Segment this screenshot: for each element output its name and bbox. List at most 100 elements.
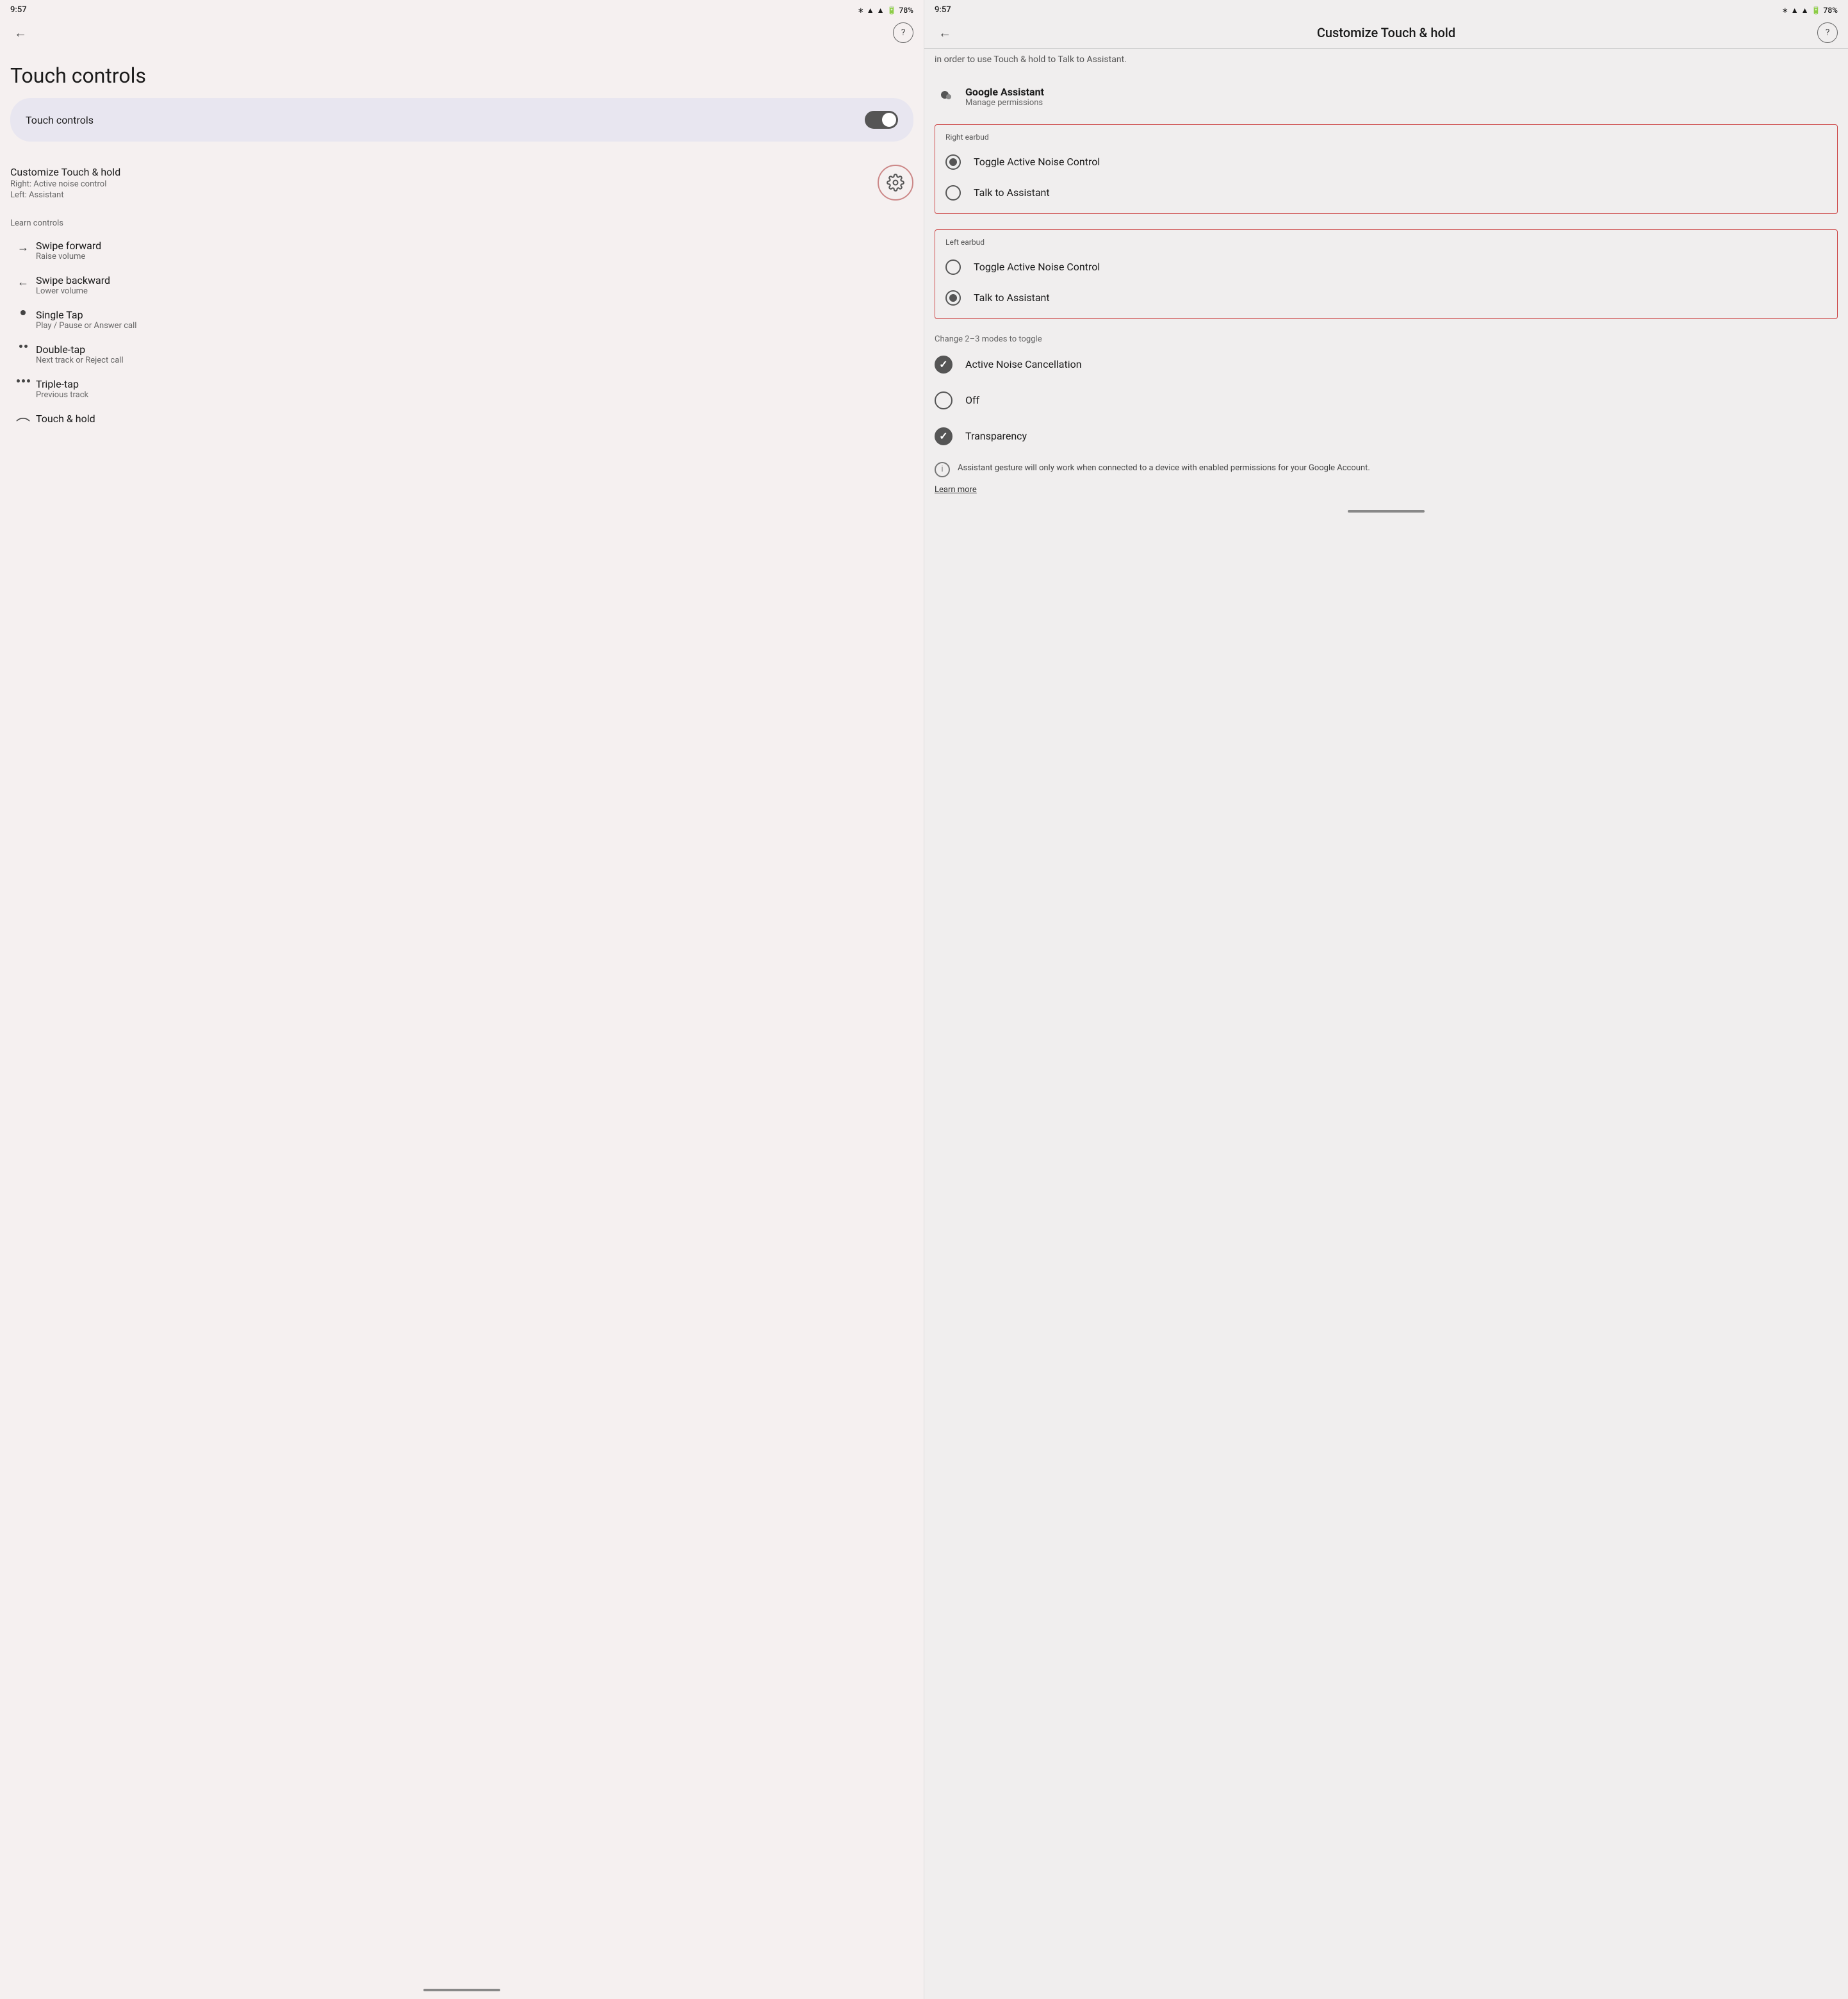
google-assistant-text: Google Assistant Manage permissions (965, 86, 1044, 108)
left-anc-label: Toggle Active Noise Control (974, 261, 1100, 273)
customize-text: Customize Touch & hold Right: Active noi… (10, 166, 120, 200)
help-button-left[interactable]: ? (893, 22, 913, 43)
info-icon: i (935, 462, 950, 477)
gear-button[interactable] (878, 165, 913, 201)
battery-icon-right: 🔋 (1811, 6, 1821, 15)
double-tap-text: Double-tap Next track or Reject call (36, 343, 124, 365)
mode-transparency[interactable]: ✓ Transparency (924, 418, 1848, 454)
double-tap-desc: Next track or Reject call (36, 356, 124, 365)
modes-label: Change 2–3 modes to toggle (924, 327, 1848, 347)
subtitle-text: in order to use Touch & hold to Talk to … (924, 49, 1848, 77)
battery-icon: 🔋 (887, 6, 897, 15)
left-earbud-option-1[interactable]: Toggle Active Noise Control (935, 252, 1837, 283)
customize-touch-hold-row[interactable]: Customize Touch & hold Right: Active noi… (10, 157, 913, 208)
control-triple-tap: Triple-tap Previous track (10, 372, 913, 406)
triple-tap-text: Triple-tap Previous track (36, 378, 88, 400)
left-earbud-section: Left earbud Toggle Active Noise Control … (935, 229, 1838, 319)
radio-left-assistant[interactable] (945, 290, 961, 306)
toggle-label: Touch controls (26, 114, 94, 126)
check-transparency[interactable]: ✓ (935, 427, 953, 445)
left-panel: 9:57 ∗ ▲ ▲ 🔋 78% ← ? Touch controls Touc… (0, 0, 924, 1999)
google-assistant-icon (935, 85, 955, 109)
nav-indicator-right (1348, 510, 1425, 513)
battery-percent-right: 78% (1824, 6, 1838, 15)
touch-hold-text: Touch & hold (36, 413, 95, 425)
right-earbud-label: Right earbud (935, 130, 1837, 147)
status-bar-left: 9:57 ∗ ▲ ▲ 🔋 78% (0, 0, 924, 17)
touch-hold-icon: ⌒ (10, 414, 36, 434)
right-earbud-option-2[interactable]: Talk to Assistant (935, 177, 1837, 208)
mode-anc[interactable]: ✓ Active Noise Cancellation (924, 347, 1848, 383)
check-anc[interactable]: ✓ (935, 356, 953, 374)
transparency-label: Transparency (965, 430, 1027, 442)
double-tap-title: Double-tap (36, 343, 124, 356)
control-touch-hold: ⌒ Touch & hold (10, 406, 913, 441)
signal-icon-right: ▲ (1801, 6, 1809, 15)
bluetooth-icon-right: ∗ (1782, 6, 1788, 15)
left-earbud-option-2[interactable]: Talk to Assistant (935, 283, 1837, 313)
swipe-backward-title: Swipe backward (36, 274, 110, 286)
triple-tap-icon (10, 379, 36, 383)
swipe-backward-icon: ← (10, 276, 36, 289)
swipe-forward-icon: → (10, 241, 36, 254)
check-off[interactable] (935, 391, 953, 409)
triple-tap-title: Triple-tap (36, 378, 88, 390)
customize-sub2: Left: Assistant (10, 190, 120, 200)
nav-indicator-left (423, 1989, 500, 1991)
right-anc-label: Toggle Active Noise Control (974, 156, 1100, 168)
swipe-backward-desc: Lower volume (36, 286, 110, 296)
check-mark-transparency: ✓ (939, 430, 947, 442)
radio-right-anc[interactable] (945, 154, 961, 170)
google-assistant-subtitle: Manage permissions (965, 98, 1044, 108)
mode-off[interactable]: Off (924, 383, 1848, 418)
info-text: Assistant gesture will only work when co… (958, 462, 1370, 475)
time-left: 9:57 (10, 5, 27, 15)
radio-inner-left-assistant (949, 294, 957, 302)
touch-controls-toggle[interactable] (865, 111, 898, 129)
learn-controls-label: Learn controls (10, 208, 913, 233)
control-swipe-backward: ← Swipe backward Lower volume (10, 268, 913, 302)
control-single-tap: Single Tap Play / Pause or Answer call (10, 302, 913, 337)
touch-controls-toggle-row: Touch controls (10, 98, 913, 142)
control-double-tap: Double-tap Next track or Reject call (10, 337, 913, 372)
double-tap-icon (10, 345, 36, 348)
learn-more-link[interactable]: Learn more (924, 485, 1848, 505)
right-panel: 9:57 ∗ ▲ ▲ 🔋 78% ← Customize Touch & hol… (924, 0, 1848, 1999)
radio-inner-right-anc (949, 158, 957, 166)
customize-sub1: Right: Active noise control (10, 179, 120, 189)
right-panel-title: Customize Touch & hold (960, 25, 1812, 40)
page-title: Touch controls (10, 48, 913, 98)
left-earbud-label: Left earbud (935, 235, 1837, 252)
google-assistant-row[interactable]: Google Assistant Manage permissions (924, 77, 1848, 117)
swipe-backward-text: Swipe backward Lower volume (36, 274, 110, 296)
help-button-right[interactable]: ? (1817, 22, 1838, 43)
off-label: Off (965, 394, 979, 406)
top-bar-left: ← ? (0, 17, 924, 48)
right-earbud-section: Right earbud Toggle Active Noise Control… (935, 124, 1838, 214)
radio-right-assistant[interactable] (945, 185, 961, 201)
wifi-icon: ▲ (867, 6, 874, 15)
google-assistant-title: Google Assistant (965, 86, 1044, 98)
back-button-left[interactable]: ← (10, 22, 31, 43)
top-bar-right: ← Customize Touch & hold ? (924, 17, 1848, 48)
anc-label: Active Noise Cancellation (965, 358, 1082, 370)
time-right: 9:57 (935, 5, 951, 15)
info-row: i Assistant gesture will only work when … (924, 454, 1848, 485)
control-swipe-forward: → Swipe forward Raise volume (10, 233, 913, 268)
single-tap-title: Single Tap (36, 309, 136, 321)
status-bar-right: 9:57 ∗ ▲ ▲ 🔋 78% (924, 0, 1848, 17)
single-tap-desc: Play / Pause or Answer call (36, 321, 136, 331)
back-button-right[interactable]: ← (935, 22, 955, 43)
bluetooth-icon: ∗ (858, 6, 864, 15)
right-assistant-label: Talk to Assistant (974, 186, 1050, 199)
single-tap-icon (10, 310, 36, 315)
swipe-forward-title: Swipe forward (36, 240, 101, 252)
battery-percent-left: 78% (899, 6, 913, 15)
swipe-forward-text: Swipe forward Raise volume (36, 240, 101, 261)
right-earbud-option-1[interactable]: Toggle Active Noise Control (935, 147, 1837, 177)
left-content: Touch controls Touch controls Customize … (0, 48, 924, 1984)
touch-hold-title: Touch & hold (36, 413, 95, 425)
swipe-forward-desc: Raise volume (36, 252, 101, 261)
radio-left-anc[interactable] (945, 259, 961, 275)
left-assistant-label: Talk to Assistant (974, 292, 1050, 304)
